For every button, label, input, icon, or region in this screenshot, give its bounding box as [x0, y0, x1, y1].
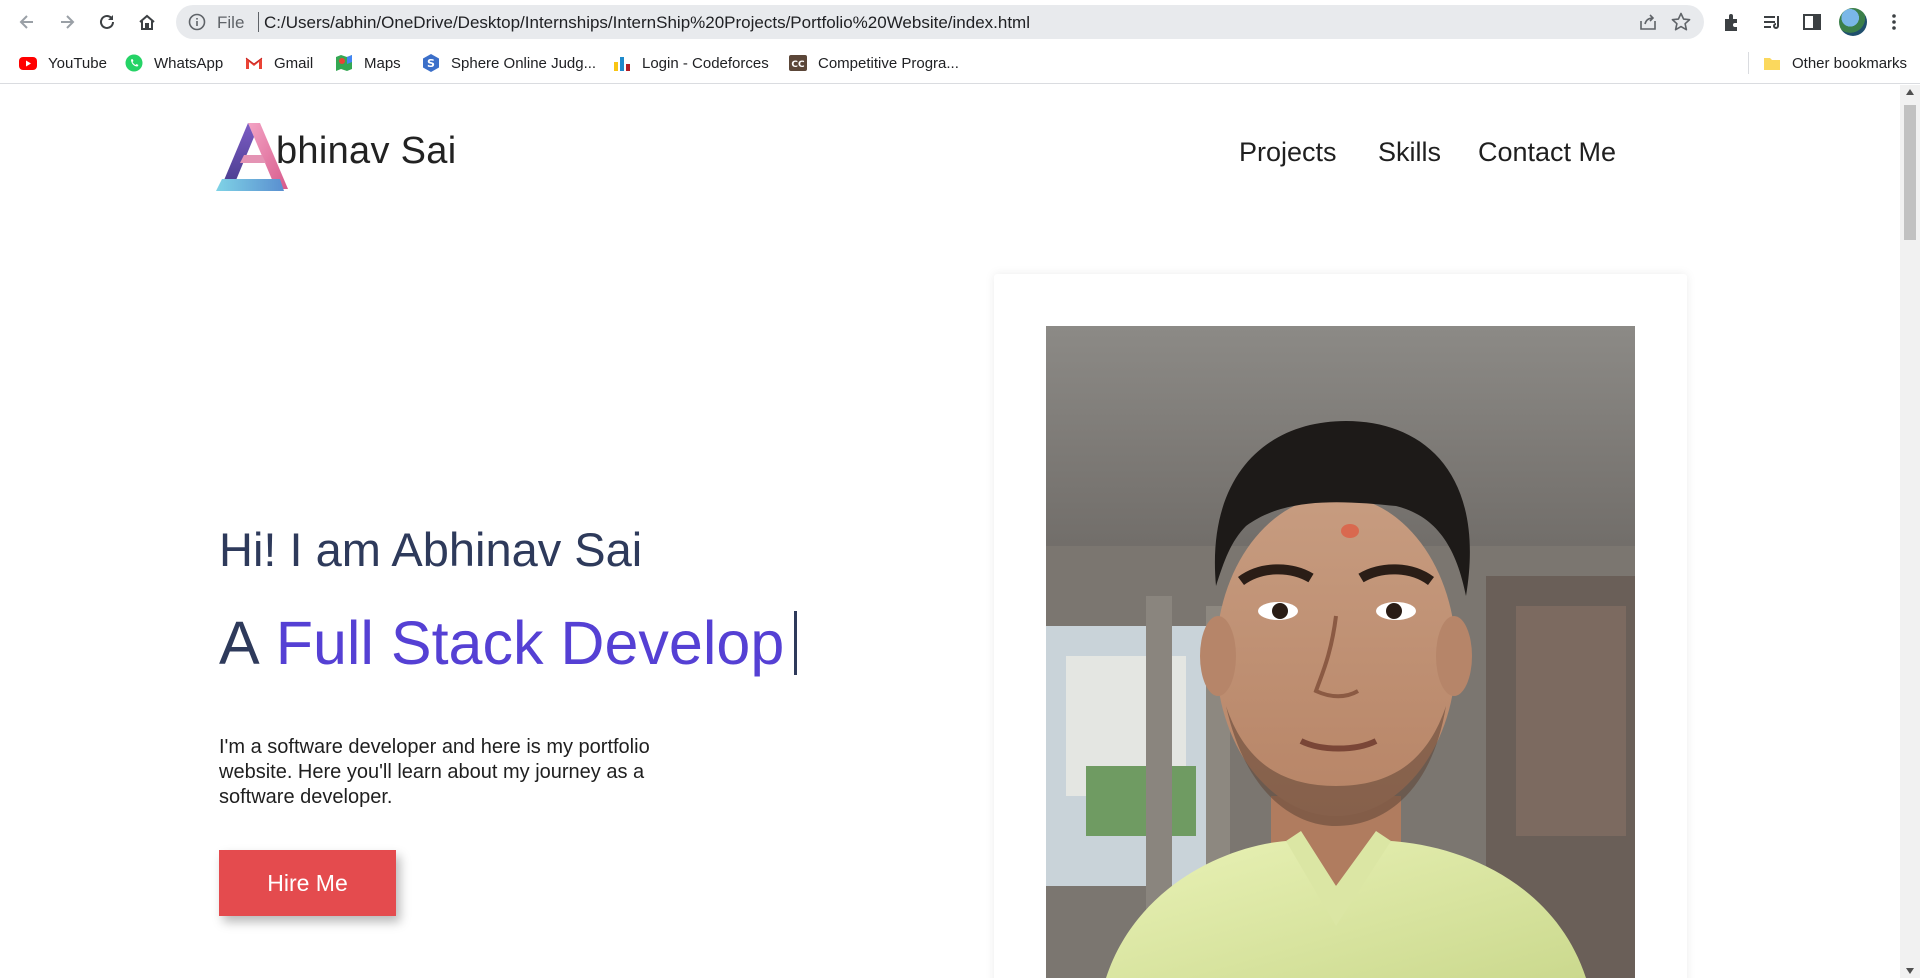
page-scrollbar[interactable]	[1900, 85, 1920, 978]
bookmarks-divider	[1748, 52, 1749, 74]
bookmark-youtube[interactable]: YouTube	[18, 51, 107, 75]
bookmark-label: WhatsApp	[154, 54, 224, 72]
browser-toolbar: File C:/Users/abhin/OneDrive/Desktop/Int…	[0, 0, 1920, 43]
url-separator	[258, 12, 259, 32]
bookmark-maps[interactable]: Maps	[334, 51, 401, 75]
profile-photo-image	[1046, 326, 1635, 978]
back-arrow-icon	[19, 15, 33, 29]
back-button[interactable]	[12, 7, 42, 37]
forward-arrow-icon	[61, 15, 75, 29]
bookmark-whatsapp[interactable]: WhatsApp	[124, 51, 223, 75]
brand-name[interactable]: bhinav Sai	[276, 130, 456, 173]
bookmark-label: Sphere Online Judg...	[451, 54, 597, 72]
side-panel-button[interactable]	[1798, 8, 1826, 36]
url-scheme: File	[217, 13, 245, 32]
bookmark-star-icon[interactable]	[1670, 11, 1692, 33]
info-icon[interactable]	[188, 13, 206, 31]
bookmark-spoj[interactable]: S Sphere Online Judg...	[421, 51, 596, 75]
bookmark-codeforces[interactable]: Login - Codeforces	[612, 51, 769, 75]
profile-photo	[1046, 326, 1635, 978]
reload-button[interactable]	[92, 7, 122, 37]
svg-text:CC: CC	[791, 60, 805, 70]
role-typed-text: Full Stack Develop	[275, 609, 785, 677]
share-icon[interactable]	[1638, 12, 1658, 32]
bookmark-label: YouTube	[48, 54, 107, 72]
media-list-icon	[1764, 16, 1779, 29]
svg-text:S: S	[427, 57, 435, 70]
codeforces-icon	[614, 57, 630, 71]
other-bookmarks[interactable]: Other bookmarks	[1762, 51, 1907, 75]
kebab-menu-icon	[1892, 14, 1896, 30]
greeting-heading: Hi! I am Abhinav Sai	[219, 523, 643, 576]
bookmark-label: Competitive Progra...	[818, 54, 959, 72]
nav-skills[interactable]: Skills	[1378, 137, 1441, 168]
forward-button[interactable]	[52, 7, 82, 37]
bookmark-codechef[interactable]: CC Competitive Progra...	[788, 51, 959, 75]
extensions-button[interactable]	[1718, 8, 1746, 36]
bookmark-label: Login - Codeforces	[642, 54, 769, 72]
nav-contact-me[interactable]: Contact Me	[1478, 137, 1616, 168]
youtube-icon	[19, 57, 37, 70]
scrollbar-thumb[interactable]	[1904, 105, 1916, 240]
role-prefix: A	[219, 609, 260, 677]
puzzle-icon	[1725, 14, 1737, 31]
maps-icon	[336, 55, 352, 71]
scroll-down-arrow-icon[interactable]	[1906, 968, 1914, 974]
typing-cursor	[794, 611, 798, 675]
page-viewport: bhinav Sai Projects Skills Contact Me Hi…	[0, 85, 1900, 978]
scroll-up-arrow-icon[interactable]	[1906, 89, 1914, 95]
reload-icon	[100, 14, 114, 29]
hire-me-button[interactable]: Hire Me	[219, 850, 396, 916]
other-bookmarks-label: Other bookmarks	[1792, 54, 1908, 72]
menu-button[interactable]	[1880, 8, 1908, 36]
address-bar[interactable]: File C:/Users/abhin/OneDrive/Desktop/Int…	[176, 5, 1704, 39]
role-heading: A Full Stack Develop	[219, 608, 798, 678]
intro-paragraph: I'm a software developer and here is my …	[219, 736, 650, 808]
folder-icon	[1764, 58, 1780, 70]
profile-avatar[interactable]	[1839, 8, 1867, 36]
url-text[interactable]: C:/Users/abhin/OneDrive/Desktop/Internsh…	[264, 13, 1030, 33]
home-button[interactable]	[132, 7, 162, 37]
nav-projects[interactable]: Projects	[1239, 137, 1337, 168]
home-icon	[139, 14, 155, 30]
bookmarks-bar: YouTube WhatsApp Gmail Maps S Sphere Onl…	[0, 43, 1920, 84]
whatsapp-icon	[125, 54, 143, 72]
gmail-icon	[245, 57, 263, 69]
reading-list-button[interactable]	[1758, 8, 1786, 36]
codechef-icon: CC	[789, 55, 807, 71]
spoj-icon: S	[423, 54, 439, 72]
bookmark-label: Maps	[364, 54, 401, 72]
bookmark-label: Gmail	[274, 54, 314, 72]
side-panel-icon	[1803, 14, 1821, 30]
bookmark-gmail[interactable]: Gmail	[244, 51, 313, 75]
